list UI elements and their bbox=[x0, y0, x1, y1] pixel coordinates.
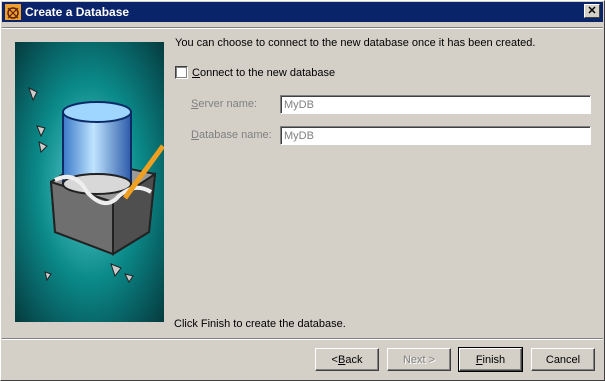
finish-instruction: Click Finish to create the database. bbox=[174, 318, 346, 330]
database-name-label: Database name: bbox=[191, 129, 272, 141]
back-button[interactable]: < Back bbox=[315, 348, 379, 371]
connect-option[interactable]: Connect to the new database bbox=[175, 66, 335, 79]
create-database-dialog: Create a Database ✕ You can choose to co… bbox=[0, 0, 605, 381]
window-title: Create a Database bbox=[25, 5, 130, 19]
title-bar[interactable]: Create a Database ✕ bbox=[2, 2, 603, 22]
cancel-button[interactable]: Cancel bbox=[531, 348, 595, 371]
connect-checkbox[interactable] bbox=[175, 66, 188, 79]
next-button[interactable]: Next > bbox=[387, 348, 451, 371]
database-illustration bbox=[15, 42, 164, 322]
finish-button[interactable]: Finish bbox=[458, 347, 523, 372]
bottom-separator bbox=[2, 338, 603, 340]
server-name-label: Server name: bbox=[191, 98, 258, 110]
database-name-input[interactable] bbox=[280, 126, 591, 145]
close-icon: ✕ bbox=[587, 4, 597, 17]
app-icon bbox=[5, 4, 21, 20]
connect-checkbox-label[interactable]: Connect to the new database bbox=[192, 67, 335, 79]
intro-text: You can choose to connect to the new dat… bbox=[175, 37, 536, 49]
top-separator bbox=[2, 27, 603, 29]
server-name-input[interactable] bbox=[280, 95, 591, 114]
close-button[interactable]: ✕ bbox=[584, 4, 600, 18]
